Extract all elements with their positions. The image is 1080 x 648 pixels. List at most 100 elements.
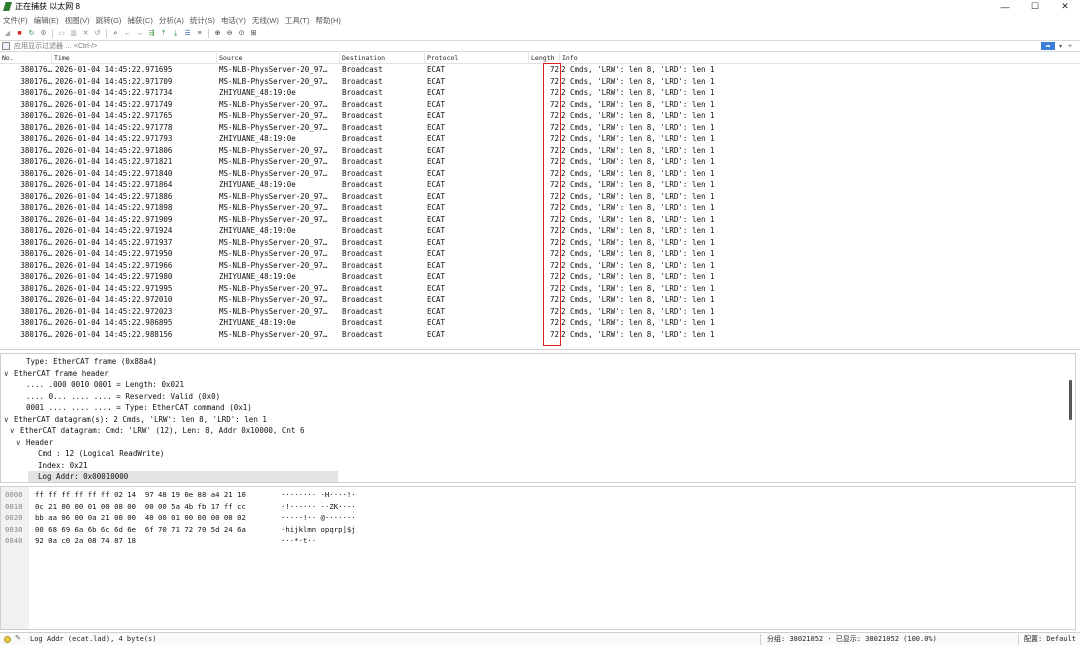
- byte-hex[interactable]: 92 0a c0 2a 08 74 87 18: [35, 535, 136, 547]
- status-profile[interactable]: 配置: Default: [1024, 633, 1076, 646]
- menu-item[interactable]: 跳转(G): [96, 15, 122, 26]
- byte-offset[interactable]: 0040: [5, 535, 23, 547]
- detail-tree-item[interactable]: Cmd : 12 (Logical ReadWrite): [28, 448, 164, 460]
- table-row[interactable]: 380176… 2026-01-04 14:45:22.972010 MS-NLB-…: [0, 294, 1072, 306]
- byte-offset[interactable]: 0010: [5, 501, 23, 513]
- find-packet-icon[interactable]: ⌕: [111, 29, 120, 38]
- menu-item[interactable]: 编辑(E): [34, 15, 59, 26]
- packet-bytes-pane[interactable]: 0000 ff ff ff ff ff ff 02 14 97 48 19 0e …: [0, 486, 1076, 630]
- save-file-icon[interactable]: ▥: [69, 29, 78, 38]
- apply-filter-button[interactable]: ➡: [1041, 42, 1055, 50]
- table-row[interactable]: 380176… 2026-01-04 14:45:22.971909 MS-NLB-…: [0, 214, 1072, 226]
- add-filter-button[interactable]: +: [1066, 42, 1074, 50]
- table-row[interactable]: 380176… 2026-01-04 14:45:22.971995 MS-NLB-…: [0, 283, 1072, 295]
- byte-ascii[interactable]: ········ ·H····!·: [281, 489, 356, 501]
- byte-offset[interactable]: 0020: [5, 512, 23, 524]
- go-back-icon[interactable]: ←: [123, 29, 132, 38]
- column-header-length[interactable]: Length: [529, 53, 560, 64]
- byte-ascii[interactable]: ·····!·· @·······: [281, 512, 356, 524]
- byte-hex[interactable]: 0c 21 00 00 01 00 08 00 00 00 5a 4b fb 1…: [35, 501, 246, 513]
- byte-hex[interactable]: 00 68 69 6a 6b 6c 6d 6e 6f 70 71 72 70 5…: [35, 524, 246, 536]
- table-row[interactable]: 380176… 2026-01-04 14:45:22.971950 MS-NLB-…: [0, 248, 1072, 260]
- zoom-in-icon[interactable]: ⊕: [213, 29, 222, 38]
- byte-offset[interactable]: 0000: [5, 489, 23, 501]
- expert-info-led-icon[interactable]: [4, 636, 11, 643]
- column-header-destination[interactable]: Destination: [340, 53, 425, 64]
- filter-history-dropdown[interactable]: ▾: [1057, 42, 1064, 50]
- autoscroll-icon[interactable]: ☰: [183, 29, 192, 38]
- detail-tree-item[interactable]: ∨ EtherCAT frame header: [4, 368, 109, 380]
- expand-chevron-icon[interactable]: ∨: [4, 368, 14, 380]
- go-forward-icon[interactable]: →: [135, 29, 144, 38]
- zoom-out-icon[interactable]: ⊖: [225, 29, 234, 38]
- table-row[interactable]: 380176… 2026-01-04 14:45:22.971840 MS-NLB-…: [0, 168, 1072, 180]
- display-filter-input[interactable]: [12, 41, 1041, 51]
- table-row[interactable]: 380176… 2026-01-04 14:45:22.971709 MS-NLB-…: [0, 76, 1072, 88]
- byte-ascii[interactable]: ···*·t··: [281, 535, 316, 547]
- detail-tree-item[interactable]: ∨ EtherCAT datagram: Cmd: 'LRW' (12), Len…: [10, 425, 304, 437]
- detail-tree-item[interactable]: .... .000 0010 0001 = Length: 0x021: [16, 379, 184, 391]
- column-header-info[interactable]: Info: [560, 53, 1072, 64]
- table-row[interactable]: 380176… 2026-01-04 14:45:22.971937 MS-NLB-…: [0, 237, 1072, 249]
- table-row[interactable]: 380176… 2026-01-04 14:45:22.971695 MS-NLB-…: [0, 64, 1072, 76]
- byte-ascii[interactable]: ·hijklmn opqrp]$j: [281, 524, 356, 536]
- detail-tree-item[interactable]: Log Addr: 0x00010000: [28, 471, 338, 482]
- table-row[interactable]: 380176… 2026-01-04 14:45:22.971821 MS-NLB-…: [0, 156, 1072, 168]
- resize-columns-icon[interactable]: ⊞: [249, 29, 258, 38]
- column-header-no[interactable]: No.: [0, 53, 52, 64]
- detail-tree-item[interactable]: Index: 0x21: [28, 460, 88, 472]
- table-row[interactable]: 380176… 2026-01-04 14:45:22.986895 ZHIYUAN…: [0, 317, 1072, 329]
- restart-capture-icon[interactable]: ↻: [27, 29, 36, 38]
- menu-item[interactable]: 捕获(C): [127, 15, 152, 26]
- table-row[interactable]: 380176… 2026-01-04 14:45:22.971864 ZHIYUAN…: [0, 179, 1072, 191]
- packet-list-pane[interactable]: No. Time Source Destination Protocol Len…: [0, 53, 1080, 350]
- menu-item[interactable]: 统计(S): [190, 15, 215, 26]
- column-header-source[interactable]: Source: [217, 53, 340, 64]
- go-last-icon[interactable]: ⤓: [171, 29, 180, 38]
- menu-item[interactable]: 帮助(H): [316, 15, 341, 26]
- menu-item[interactable]: 工具(T): [285, 15, 310, 26]
- capture-comment-icon[interactable]: ✎: [15, 634, 21, 642]
- detail-tree-item[interactable]: .... 0... .... .... = Reserved: Valid (0…: [16, 391, 220, 403]
- table-row[interactable]: 380176… 2026-01-04 14:45:22.971749 MS-NLB-…: [0, 99, 1072, 111]
- colorize-icon[interactable]: ≡: [195, 29, 204, 38]
- details-scrollbar[interactable]: [1069, 380, 1072, 420]
- go-first-icon[interactable]: ⤒: [159, 29, 168, 38]
- minimize-button[interactable]: —: [990, 0, 1020, 13]
- zoom-normal-icon[interactable]: ⊙: [237, 29, 246, 38]
- detail-tree-item[interactable]: Type: EtherCAT frame (0x88a4): [16, 356, 157, 368]
- table-row[interactable]: 380176… 2026-01-04 14:45:22.971806 MS-NLB-…: [0, 145, 1072, 157]
- table-row[interactable]: 380176… 2026-01-04 14:45:22.971765 MS-NLB-…: [0, 110, 1072, 122]
- table-row[interactable]: 380176… 2026-01-04 14:45:22.971966 MS-NLB-…: [0, 260, 1072, 272]
- byte-ascii[interactable]: ·!······ ··ZK····: [281, 501, 356, 513]
- table-row[interactable]: 380176… 2026-01-04 14:45:22.971898 MS-NLB-…: [0, 202, 1072, 214]
- table-row[interactable]: 380176… 2026-01-04 14:45:22.971980 ZHIYUAN…: [0, 271, 1072, 283]
- go-to-packet-icon[interactable]: ⇶: [147, 29, 156, 38]
- table-row[interactable]: 380176… 2026-01-04 14:45:22.971778 MS-NLB-…: [0, 122, 1072, 134]
- byte-hex[interactable]: bb aa 06 00 0a 21 00 00 40 00 01 00 00 0…: [35, 512, 246, 524]
- detail-tree-item[interactable]: 0001 .... .... .... = Type: EtherCAT com…: [16, 402, 252, 414]
- expand-chevron-icon[interactable]: ∨: [10, 425, 20, 437]
- filter-bookmark-icon[interactable]: [2, 42, 10, 50]
- table-row[interactable]: 380176… 2026-01-04 14:45:22.971793 ZHIYUAN…: [0, 133, 1072, 145]
- close-file-icon[interactable]: ✕: [81, 29, 90, 38]
- detail-tree-item[interactable]: ∨ EtherCAT datagram(s): 2 Cmds, 'LRW': le…: [4, 414, 267, 426]
- byte-offset[interactable]: 0030: [5, 524, 23, 536]
- expand-chevron-icon[interactable]: ∨: [16, 437, 26, 449]
- table-row[interactable]: 380176… 2026-01-04 14:45:22.971734 ZHIYUAN…: [0, 87, 1072, 99]
- packet-details-pane[interactable]: Type: EtherCAT frame (0x88a4) ∨ EtherCAT f…: [0, 353, 1076, 483]
- capture-options-icon[interactable]: ⚙: [39, 29, 48, 38]
- table-row[interactable]: 380176… 2026-01-04 14:45:22.971886 MS-NLB-…: [0, 191, 1072, 203]
- expand-chevron-icon[interactable]: ∨: [4, 414, 14, 426]
- column-header-time[interactable]: Time: [52, 53, 217, 64]
- menu-item[interactable]: 视图(V): [65, 15, 90, 26]
- column-header-protocol[interactable]: Protocol: [425, 53, 529, 64]
- reload-file-icon[interactable]: ↺: [93, 29, 102, 38]
- shark-fin-start-icon[interactable]: ◢: [3, 29, 12, 38]
- close-button[interactable]: ✕: [1050, 0, 1080, 13]
- menu-item[interactable]: 电话(Y): [221, 15, 246, 26]
- detail-tree-item[interactable]: ∨ Header: [16, 437, 53, 449]
- open-file-icon[interactable]: ▭: [57, 29, 66, 38]
- menu-item[interactable]: 文件(F): [3, 15, 28, 26]
- table-row[interactable]: 380176… 2026-01-04 14:45:22.988156 MS-NLB-…: [0, 329, 1072, 341]
